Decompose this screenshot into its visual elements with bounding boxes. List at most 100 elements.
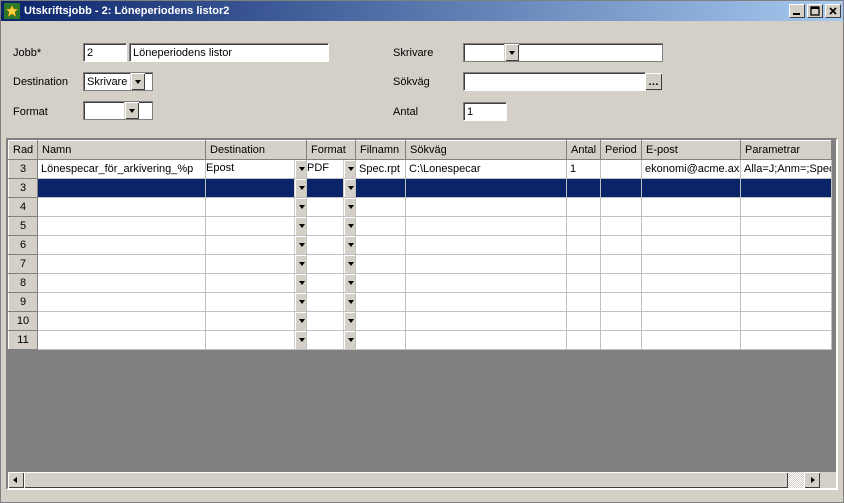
row-header[interactable]: 4 (9, 198, 38, 217)
titlebar[interactable]: Utskriftsjobb - 2: Löneperiodens listor2 (1, 1, 843, 21)
horizontal-scrollbar[interactable] (8, 472, 836, 488)
chevron-down-icon[interactable] (294, 255, 307, 274)
chevron-down-icon[interactable] (343, 331, 356, 350)
cell-destination[interactable]: Epost (206, 160, 307, 179)
cell-namn[interactable] (38, 179, 206, 198)
cell-parametrar[interactable] (741, 236, 832, 255)
cell-namn[interactable] (38, 293, 206, 312)
cell-destination[interactable] (206, 198, 307, 217)
antal-input[interactable] (463, 102, 507, 121)
cell-sokvag[interactable] (406, 179, 567, 198)
table-row[interactable]: 5 (9, 217, 832, 236)
scroll-track[interactable] (24, 472, 804, 488)
row-header[interactable]: 7 (9, 255, 38, 274)
chevron-down-icon[interactable] (294, 179, 307, 198)
cell-period[interactable] (601, 293, 642, 312)
cell-epost[interactable] (642, 217, 741, 236)
cell-epost[interactable] (642, 293, 741, 312)
cell-destination[interactable] (206, 236, 307, 255)
cell-namn[interactable] (38, 331, 206, 350)
cell-antal[interactable] (567, 236, 601, 255)
cell-filnamn[interactable] (356, 198, 406, 217)
cell-epost[interactable] (642, 255, 741, 274)
cell-antal[interactable] (567, 198, 601, 217)
destination-select[interactable]: Skrivare (83, 72, 153, 91)
cell-filnamn[interactable]: Spec.rpt (356, 160, 406, 179)
cell-destination[interactable] (206, 217, 307, 236)
chevron-down-icon[interactable] (343, 312, 356, 331)
cell-epost[interactable] (642, 274, 741, 293)
cell-parametrar[interactable] (741, 293, 832, 312)
cell-namn[interactable] (38, 198, 206, 217)
cell-parametrar[interactable] (741, 217, 832, 236)
cell-sokvag[interactable] (406, 312, 567, 331)
cell-epost[interactable] (642, 312, 741, 331)
cell-antal[interactable] (567, 217, 601, 236)
chevron-down-icon[interactable] (343, 255, 356, 274)
chevron-down-icon[interactable] (343, 236, 356, 255)
scroll-left-button[interactable] (8, 472, 24, 488)
cell-parametrar[interactable]: Alla=J;Anm=;SpecTyp=L; (741, 160, 832, 179)
chevron-down-icon[interactable] (504, 44, 519, 61)
table-row[interactable]: 9 (9, 293, 832, 312)
row-header[interactable]: 8 (9, 274, 38, 293)
cell-namn[interactable] (38, 274, 206, 293)
cell-epost[interactable] (642, 236, 741, 255)
minimize-button[interactable] (789, 4, 805, 18)
cell-sokvag[interactable] (406, 255, 567, 274)
cell-destination[interactable] (206, 255, 307, 274)
cell-filnamn[interactable] (356, 274, 406, 293)
cell-sokvag[interactable] (406, 274, 567, 293)
cell-namn[interactable] (38, 312, 206, 331)
cell-format[interactable] (307, 293, 356, 312)
chevron-down-icon[interactable] (343, 179, 356, 198)
cell-format[interactable] (307, 274, 356, 293)
col-rad[interactable]: Rad (9, 141, 38, 160)
cell-sokvag[interactable] (406, 217, 567, 236)
row-header[interactable]: 5 (9, 217, 38, 236)
chevron-down-icon[interactable] (294, 160, 307, 179)
cell-format[interactable] (307, 198, 356, 217)
cell-parametrar[interactable] (741, 274, 832, 293)
cell-period[interactable] (601, 160, 642, 179)
col-epost[interactable]: E-post (642, 141, 741, 160)
cell-parametrar[interactable] (741, 331, 832, 350)
cell-sokvag[interactable] (406, 236, 567, 255)
jobb-id-input[interactable] (83, 43, 127, 62)
cell-epost[interactable] (642, 179, 741, 198)
cell-sokvag[interactable] (406, 293, 567, 312)
scroll-thumb[interactable] (24, 472, 788, 488)
chevron-down-icon[interactable] (294, 331, 307, 350)
table-row[interactable]: 10 (9, 312, 832, 331)
cell-namn[interactable]: Lönespecar_för_arkivering_%p (38, 160, 206, 179)
chevron-down-icon[interactable] (343, 274, 356, 293)
col-format[interactable]: Format (307, 141, 356, 160)
cell-filnamn[interactable] (356, 179, 406, 198)
col-parametrar[interactable]: Parametrar (741, 141, 832, 160)
table-row[interactable]: 4 (9, 198, 832, 217)
cell-format[interactable] (307, 312, 356, 331)
scroll-right-button[interactable] (804, 472, 820, 488)
cell-filnamn[interactable] (356, 217, 406, 236)
maximize-button[interactable] (807, 4, 823, 18)
chevron-down-icon[interactable] (343, 217, 356, 236)
cell-format[interactable] (307, 331, 356, 350)
table-row[interactable]: 6 (9, 236, 832, 255)
table-row[interactable]: 8 (9, 274, 832, 293)
sokvag-browse-button[interactable]: … (645, 73, 662, 90)
col-destination[interactable]: Destination (206, 141, 307, 160)
cell-period[interactable] (601, 274, 642, 293)
table-row[interactable]: 3 (9, 179, 832, 198)
cell-antal[interactable]: 1 (567, 160, 601, 179)
col-namn[interactable]: Namn (38, 141, 206, 160)
cell-filnamn[interactable] (356, 236, 406, 255)
cell-destination[interactable] (206, 312, 307, 331)
table-row[interactable]: 3Lönespecar_för_arkivering_%pEpostPDFSpe… (9, 160, 832, 179)
format-select[interactable] (83, 101, 153, 120)
col-antal[interactable]: Antal (567, 141, 601, 160)
table-row[interactable]: 7 (9, 255, 832, 274)
cell-format[interactable] (307, 179, 356, 198)
close-button[interactable] (825, 4, 841, 18)
cell-period[interactable] (601, 236, 642, 255)
cell-antal[interactable] (567, 255, 601, 274)
